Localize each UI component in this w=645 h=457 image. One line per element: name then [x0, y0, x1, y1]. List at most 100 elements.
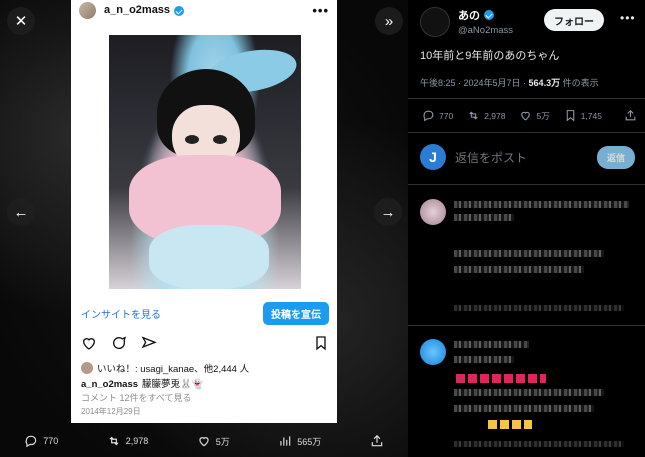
liker-avatar: [81, 362, 93, 374]
retweet-icon: [469, 111, 478, 120]
bookmark-count: 1,745: [580, 110, 602, 121]
views-count: 565万: [297, 436, 322, 447]
pixelated-emoji-row: [488, 420, 532, 429]
tweet-meta: 午後8:25 · 2024年5月7日 · 564.3万 件の表示: [420, 76, 599, 89]
reply-submit-button[interactable]: 返信: [596, 145, 635, 169]
photo-eye-left: [185, 135, 199, 144]
author-header: あの @aNo2mass: [420, 7, 513, 37]
divider: [408, 132, 645, 133]
pixelated-reply-text: [454, 266, 584, 273]
divider: [408, 325, 645, 326]
like-icon: [521, 111, 531, 121]
author-name-row[interactable]: あの: [458, 7, 513, 23]
tweet-views-label: 件の表示: [560, 78, 599, 88]
bookmark-icon: [316, 336, 326, 351]
reply-count: 770: [43, 436, 59, 446]
photo-sweater-shape: [149, 225, 269, 289]
retweet-count: 2,978: [125, 436, 149, 446]
retweet-action[interactable]: 2,978: [107, 434, 149, 448]
pixelated-reply-actions: [454, 305, 624, 311]
more-options-icon: •••: [312, 2, 329, 18]
reply-avatar: [420, 339, 446, 365]
media-action-bar: 770 2,978 5万 565万: [0, 425, 408, 457]
reply-composer: J 返信をポスト 返信: [420, 144, 635, 170]
caption-username: a_n_o2mass: [81, 379, 139, 390]
author-handle[interactable]: @aNo2mass: [458, 25, 513, 36]
tweet-stats: 770 2,978 5万 1,745: [422, 109, 637, 122]
views-icon: [280, 436, 291, 446]
photo-eye-right: [213, 135, 227, 144]
tweet-panel: あの @aNo2mass フォロー ••• 10年前と9年前のあのちゃん 午後8…: [408, 0, 645, 457]
pixelated-reply-header: [454, 201, 629, 208]
reply-icon: [423, 110, 434, 122]
pixelated-reply-subtext: [454, 356, 514, 363]
pixelated-reply-header: [454, 341, 529, 348]
retweet-count: 2,978: [484, 110, 506, 121]
bookmark-stat[interactable]: 1,745: [564, 109, 602, 122]
share-stat[interactable]: [624, 109, 637, 122]
likes-text: いいね！: usagi_kanae、他2,444 人: [97, 364, 250, 375]
comment-icon: [113, 336, 127, 349]
share-icon: [371, 434, 382, 447]
post-actions-bar: インサイトを見る 投稿を宣伝: [81, 301, 329, 325]
tweet-views-count: 564.3万: [528, 78, 561, 88]
chevrons-right-icon: »: [384, 12, 394, 30]
caption-text: 朦朦夢兎🐰👻: [142, 379, 204, 390]
send-icon: [141, 336, 157, 349]
post-photo: [109, 35, 301, 289]
reply-count: 770: [439, 110, 454, 121]
follow-button[interactable]: フォロー: [544, 9, 604, 31]
verified-badge-icon: [174, 6, 185, 16]
more-options-icon[interactable]: •••: [620, 11, 636, 25]
close-button[interactable]: ✕: [7, 7, 35, 35]
reply-action[interactable]: 770: [24, 434, 58, 448]
reply-stat[interactable]: 770: [422, 109, 453, 122]
divider: [408, 184, 645, 185]
reply-avatar: [420, 199, 446, 225]
retweet-icon: [109, 436, 119, 446]
instagram-post-screenshot: a_n_o2mass ••• インサイトを見る 投稿を宣伝 いいね！: usag…: [71, 0, 337, 423]
close-icon: ✕: [14, 13, 28, 30]
current-user-avatar: J: [420, 144, 446, 170]
arrow-left-icon: ←: [13, 203, 29, 221]
instagram-actions: [81, 333, 329, 353]
reply-icon: [25, 435, 37, 448]
previous-button[interactable]: ←: [7, 198, 35, 226]
like-icon: [199, 437, 209, 447]
views-action[interactable]: 565万: [278, 434, 321, 448]
retweet-stat[interactable]: 2,978: [467, 109, 505, 122]
pixelated-reply-text: [454, 389, 604, 396]
insight-link: インサイトを見る: [81, 309, 161, 321]
pixelated-reply-text: [454, 405, 594, 412]
pixelated-reply-text: [454, 250, 604, 257]
pixelated-reply-actions: [454, 441, 624, 447]
avatar: [79, 1, 96, 19]
share-action[interactable]: [370, 434, 384, 448]
collapse-panel-button[interactable]: »: [375, 7, 403, 35]
bookmark-icon: [566, 110, 574, 122]
post-date: 2014年12月29日: [81, 407, 141, 416]
arrow-right-icon: →: [380, 203, 396, 221]
caption: a_n_o2mass 朦朦夢兎🐰👻: [81, 376, 204, 390]
tweet-text: 10年前と9年前のあのちゃん: [420, 50, 560, 62]
boost-post-button: 投稿を宣伝: [263, 301, 329, 325]
like-stat[interactable]: 5万: [519, 109, 550, 122]
view-comments-link: コメント 12件をすべて見る: [81, 393, 192, 403]
divider: [408, 98, 645, 99]
media-viewer: ✕ » ← → a_n_o2mass ••• インサイトを見る 投稿を宣伝 いい…: [0, 0, 408, 457]
like-count: 5万: [215, 436, 230, 447]
reply-input[interactable]: 返信をポスト: [455, 149, 527, 166]
post-header: a_n_o2mass •••: [71, 0, 337, 20]
tweet-time[interactable]: 午後8:25 · 2024年5月7日 ·: [420, 78, 529, 88]
author-display-name: あの: [458, 10, 480, 22]
pixelated-hearts-row: [456, 374, 546, 383]
share-icon: [625, 109, 636, 121]
pixelated-reply-subtext: [454, 214, 514, 221]
verified-badge-icon: [484, 10, 494, 20]
author-avatar[interactable]: [420, 7, 450, 37]
likes-line: いいね！: usagi_kanae、他2,444 人: [81, 361, 249, 375]
next-button[interactable]: →: [374, 198, 402, 226]
like-action[interactable]: 5万: [197, 434, 230, 448]
like-count: 5万: [536, 110, 550, 121]
heart-icon: [82, 338, 96, 350]
